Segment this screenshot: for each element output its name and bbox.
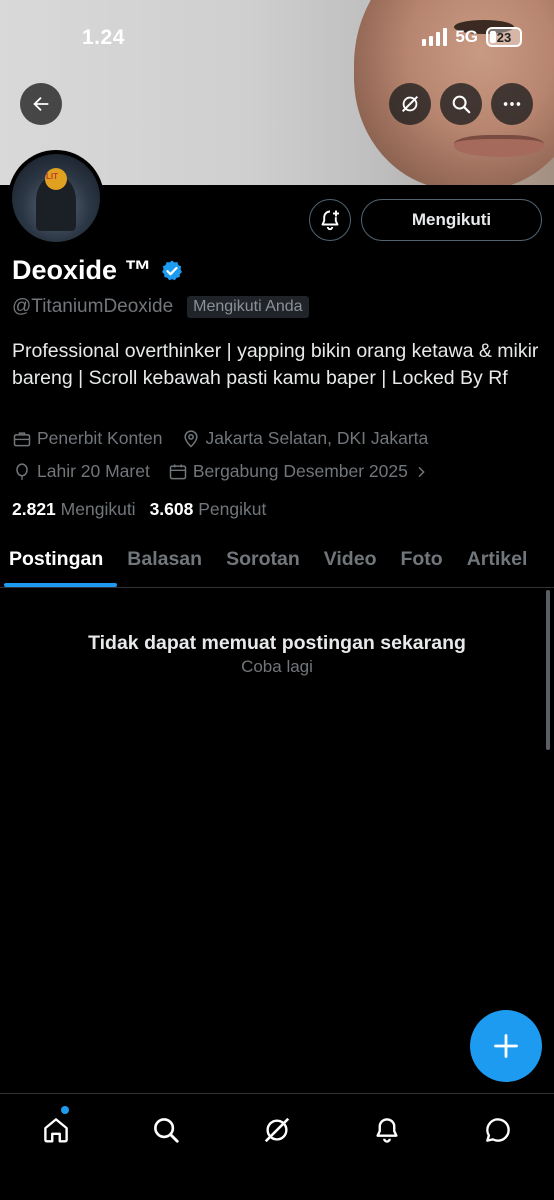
profile-tabs: Postingan Balasan Sorotan Video Foto Art… [0,538,554,588]
search-icon [452,95,471,114]
profile-category: Penerbit Konten [37,428,163,448]
plus-icon [494,1034,518,1058]
search-icon [154,1118,179,1143]
following-stat[interactable]: 2.821 Mengikuti [12,499,136,520]
home-notification-dot [61,1106,69,1114]
nav-messages[interactable] [478,1110,518,1150]
battery-icon: 23 [486,27,522,47]
tab-postingan[interactable]: Postingan [0,538,118,587]
tab-sorotan[interactable]: Sorotan [214,538,312,587]
retry-link[interactable]: Coba lagi [0,657,554,677]
profile-bio: Professional overthinker | yapping bikin… [12,340,539,389]
grok-button[interactable] [389,83,431,125]
profile-birthday: Lahir 20 Maret [37,461,150,481]
avatar-image: LIT [12,154,100,242]
profile-handle: @TitaniumDeoxide [12,296,174,317]
profile-meta-row-2: Lahir 20 Maret Bergabung Desember 2025 [12,461,429,482]
tab-balasan[interactable]: Balasan [115,538,214,587]
battery-level: 23 [496,29,512,45]
profile-meta-row-1: Penerbit Konten Jakarta Selatan, DKI Jak… [12,428,428,449]
more-button[interactable] [491,83,533,125]
profile-avatar[interactable]: LIT [8,150,104,246]
tab-video[interactable]: Video [312,538,389,587]
bell-icon [376,1118,398,1143]
follows-you-badge: Mengikuti Anda [187,296,309,318]
arrow-left-icon [33,96,49,112]
nav-home[interactable] [36,1110,76,1150]
grok-icon [264,1117,290,1143]
verified-badge-icon[interactable] [160,259,184,283]
back-button[interactable] [20,83,62,125]
joined-item[interactable]: Bergabung Desember 2025 [168,461,429,482]
grok-icon [401,95,419,113]
tab-foto[interactable]: Foto [388,538,454,587]
follow-stats: 2.821 Mengikuti 3.608 Pengikut [12,499,266,520]
followers-label: Pengikut [198,499,267,519]
following-count: 2.821 [12,499,56,519]
messages-icon [486,1118,510,1142]
scrollbar[interactable] [546,590,550,750]
nav-grok[interactable] [257,1110,297,1150]
compose-post-button[interactable] [470,1010,542,1082]
nav-notifications[interactable] [367,1110,407,1150]
profile-name-row: Deoxide ™ [12,255,184,286]
bell-plus-icon [321,210,339,231]
briefcase-icon [13,431,31,446]
following-label: Mengikuti [60,499,136,519]
location-item: Jakarta Selatan, DKI Jakarta [181,428,429,449]
bottom-navigation [0,1093,554,1200]
birthday-item: Lahir 20 Maret [12,461,150,482]
search-button[interactable] [440,83,482,125]
chevron-right-icon [418,466,425,477]
followers-stat[interactable]: 3.608 Pengikut [150,499,267,520]
signal-icon [422,28,448,46]
home-icon [44,1118,68,1143]
notifications-toggle-button[interactable] [309,199,351,241]
tab-artikel[interactable]: Artikel [455,538,540,587]
calendar-icon [169,464,187,479]
network-label: 5G [455,27,478,46]
avatar-sticker: LIT [46,172,58,181]
balloon-icon [16,462,28,480]
following-button[interactable]: Mengikuti [361,199,542,241]
profile-name: Deoxide ™ [12,255,152,285]
status-time: 1.24 [82,26,125,49]
nav-search[interactable] [146,1110,186,1150]
category-item: Penerbit Konten [12,428,163,449]
handle-row: @TitaniumDeoxide Mengikuti Anda [12,296,309,318]
profile-joined: Bergabung Desember 2025 [192,461,408,481]
followers-count: 3.608 [149,499,194,519]
profile-location: Jakarta Selatan, DKI Jakarta [205,428,429,448]
feed-error-title: Tidak dapat memuat postingan sekarang [88,632,466,654]
more-horizontal-icon [503,102,521,106]
status-indicators: 5G 23 [422,27,522,47]
location-pin-icon [183,429,198,448]
